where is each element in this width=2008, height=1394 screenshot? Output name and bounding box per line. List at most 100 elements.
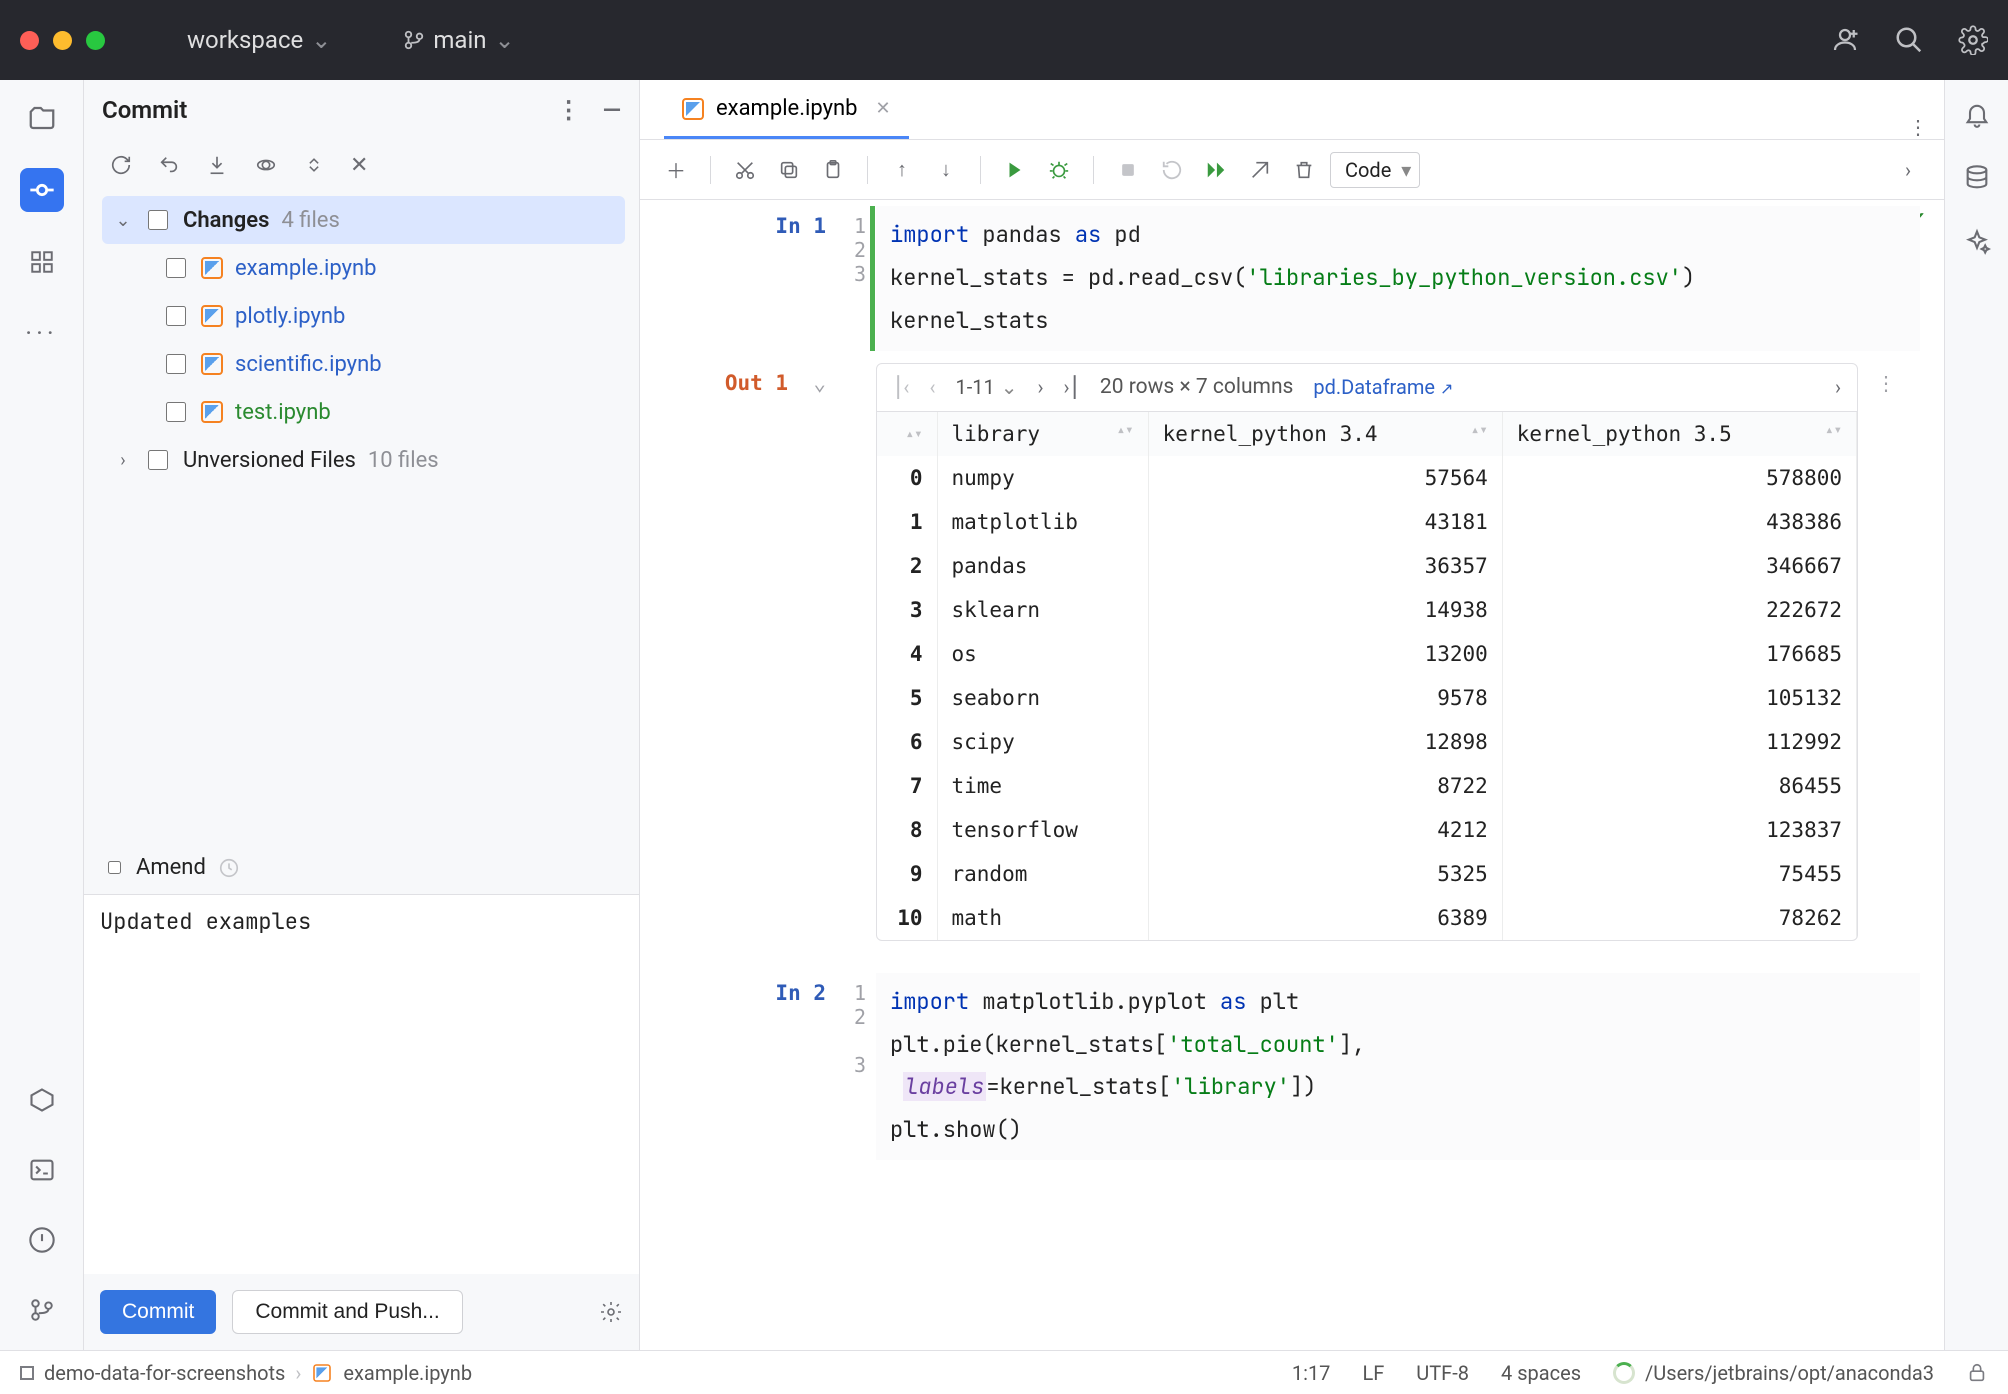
database-tool-icon[interactable] <box>1959 160 1995 196</box>
diff-icon[interactable] <box>254 154 278 176</box>
history-icon[interactable] <box>218 857 240 879</box>
zoom-window-icon[interactable] <box>86 31 105 50</box>
search-icon[interactable] <box>1894 25 1924 55</box>
df-column-header[interactable]: ▴▾ <box>877 412 937 456</box>
changes-node[interactable]: ⌄ Changes 4 files <box>102 196 625 244</box>
code-cell-1[interactable]: In 1 123 import pandas as pdkernel_stats… <box>640 200 1944 357</box>
changes-checkbox[interactable] <box>148 210 168 230</box>
table-row[interactable]: 4os13200176685 <box>877 632 1857 676</box>
commit-tool-icon[interactable] <box>20 168 64 212</box>
tabs-more-icon[interactable]: ⋮ <box>1908 115 1928 139</box>
df-column-header[interactable]: library▴▾ <box>937 412 1148 456</box>
table-row[interactable]: 0numpy57564578800 <box>877 456 1857 500</box>
df-prev-page-icon[interactable]: ‹ <box>929 375 935 399</box>
breadcrumb-project[interactable]: demo-data-for-screenshots <box>44 1361 285 1385</box>
restart-icon[interactable] <box>1154 152 1190 188</box>
delete-cell-icon[interactable] <box>1286 152 1322 188</box>
file-item[interactable]: scientific.ipynb <box>102 340 625 388</box>
dataframe-table[interactable]: ▴▾library▴▾kernel_python 3.4▴▾kernel_pyt… <box>877 412 1857 940</box>
readonly-toggle-icon[interactable] <box>1966 1362 1988 1384</box>
close-tab-icon[interactable]: ✕ <box>876 98 891 119</box>
cell2-code[interactable]: import matplotlib.pyplot as pltplt.pie(k… <box>876 973 1920 1161</box>
table-row[interactable]: 7time872286455 <box>877 764 1857 808</box>
cut-icon[interactable] <box>727 152 763 188</box>
table-row[interactable]: 3sklearn14938222672 <box>877 588 1857 632</box>
unversioned-node[interactable]: › Unversioned Files 10 files <box>102 436 625 484</box>
commit-button[interactable]: Commit <box>100 1290 216 1334</box>
table-row[interactable]: 9random532575455 <box>877 852 1857 896</box>
table-row[interactable]: 2pandas36357346667 <box>877 544 1857 588</box>
table-row[interactable]: 5seaborn9578105132 <box>877 676 1857 720</box>
code-cell-2[interactable]: In 2 12 3 import matplotlib.pyplot as pl… <box>640 967 1944 1167</box>
move-up-icon[interactable]: ↑ <box>884 152 920 188</box>
file-item[interactable]: example.ipynb <box>102 244 625 292</box>
cell-type-dropdown[interactable]: Code <box>1330 152 1420 188</box>
minimize-window-icon[interactable] <box>53 31 72 50</box>
move-down-icon[interactable]: ↓ <box>928 152 964 188</box>
df-next-page-icon[interactable]: › <box>1037 375 1043 399</box>
project-tool-icon[interactable] <box>20 96 64 140</box>
caret-position[interactable]: 1:17 <box>1292 1361 1331 1385</box>
panel-options-icon[interactable]: ⋮ <box>557 96 581 124</box>
file-checkbox[interactable] <box>166 306 186 326</box>
clear-outputs-icon[interactable] <box>1242 152 1278 188</box>
commit-message-input[interactable]: Updated examples <box>84 894 639 1274</box>
rollback-icon[interactable] <box>158 154 180 176</box>
notebook-body[interactable]: ✔ In 1 123 import pandas as pdkernel_sta… <box>640 200 1944 1350</box>
table-row[interactable]: 10math638978262 <box>877 896 1857 940</box>
table-row[interactable]: 8tensorflow4212123837 <box>877 808 1857 852</box>
dataframe-output[interactable]: ⎮‹ ‹ 1-11 ⌄ › ›⎮ 20 rows × 7 columns pd.… <box>876 363 1858 941</box>
file-item[interactable]: plotly.ipynb <box>102 292 625 340</box>
df-first-page-icon[interactable]: ⎮‹ <box>893 375 909 399</box>
branch-dropdown[interactable]: main ⌄ <box>403 26 514 54</box>
workspace-dropdown[interactable]: workspace ⌄ <box>187 26 331 54</box>
breadcrumb-file[interactable]: example.ipynb <box>343 1361 472 1385</box>
amend-checkbox[interactable] <box>108 861 121 874</box>
interrupt-icon[interactable] <box>1110 152 1146 188</box>
refresh-icon[interactable] <box>110 154 132 176</box>
commit-options-gear-icon[interactable] <box>599 1300 623 1324</box>
table-row[interactable]: 1matplotlib43181438386 <box>877 500 1857 544</box>
df-open-right-icon[interactable]: › <box>1835 375 1841 399</box>
problems-tool-icon[interactable] <box>20 1218 64 1262</box>
vcs-tool-icon[interactable] <box>20 1288 64 1332</box>
file-item[interactable]: test.ipynb <box>102 388 625 436</box>
file-checkbox[interactable] <box>166 354 186 374</box>
services-tool-icon[interactable] <box>20 1078 64 1122</box>
indent-settings[interactable]: 4 spaces <box>1501 1361 1581 1385</box>
structure-tool-icon[interactable] <box>20 240 64 284</box>
settings-gear-icon[interactable] <box>1958 25 1988 55</box>
toolbar-more-icon[interactable]: › <box>1890 152 1926 188</box>
df-column-header[interactable]: kernel_python 3.5▴▾ <box>1502 412 1856 456</box>
paste-icon[interactable] <box>815 152 851 188</box>
ai-assistant-icon[interactable] <box>1959 224 1995 260</box>
unversioned-checkbox[interactable] <box>148 450 168 470</box>
python-interpreter[interactable]: /Users/jetbrains/opt/anaconda3 <box>1613 1361 1934 1385</box>
df-type-link[interactable]: pd.Dataframe ↗ <box>1313 375 1453 399</box>
copy-icon[interactable] <box>771 152 807 188</box>
output-options-icon[interactable]: ⋮ <box>1868 363 1904 941</box>
more-tool-icon[interactable]: ··· <box>20 312 64 356</box>
add-cell-icon[interactable]: ＋ <box>658 152 694 188</box>
file-checkbox[interactable] <box>166 402 186 422</box>
df-last-page-icon[interactable]: ›⎮ <box>1063 375 1079 399</box>
cell1-code[interactable]: import pandas as pdkernel_stats = pd.rea… <box>876 206 1920 351</box>
close-window-icon[interactable] <box>20 31 39 50</box>
line-separator[interactable]: LF <box>1362 1361 1384 1385</box>
run-all-icon[interactable] <box>1198 152 1234 188</box>
file-checkbox[interactable] <box>166 258 186 278</box>
panel-minimize-icon[interactable]: — <box>603 96 621 124</box>
table-row[interactable]: 6scipy12898112992 <box>877 720 1857 764</box>
code-with-me-icon[interactable] <box>1830 25 1860 55</box>
df-column-header[interactable]: kernel_python 3.4▴▾ <box>1148 412 1502 456</box>
close-icon[interactable]: ✕ <box>350 153 368 178</box>
commit-and-push-button[interactable]: Commit and Push... <box>232 1290 462 1334</box>
shelve-icon[interactable] <box>206 154 228 176</box>
debug-cell-icon[interactable] <box>1041 152 1077 188</box>
changelist-icon[interactable] <box>304 154 324 176</box>
run-cell-icon[interactable] <box>997 152 1033 188</box>
terminal-tool-icon[interactable] <box>20 1148 64 1192</box>
file-encoding[interactable]: UTF-8 <box>1416 1361 1469 1385</box>
tab-example-ipynb[interactable]: example.ipynb ✕ <box>664 81 909 139</box>
notifications-icon[interactable] <box>1959 96 1995 132</box>
